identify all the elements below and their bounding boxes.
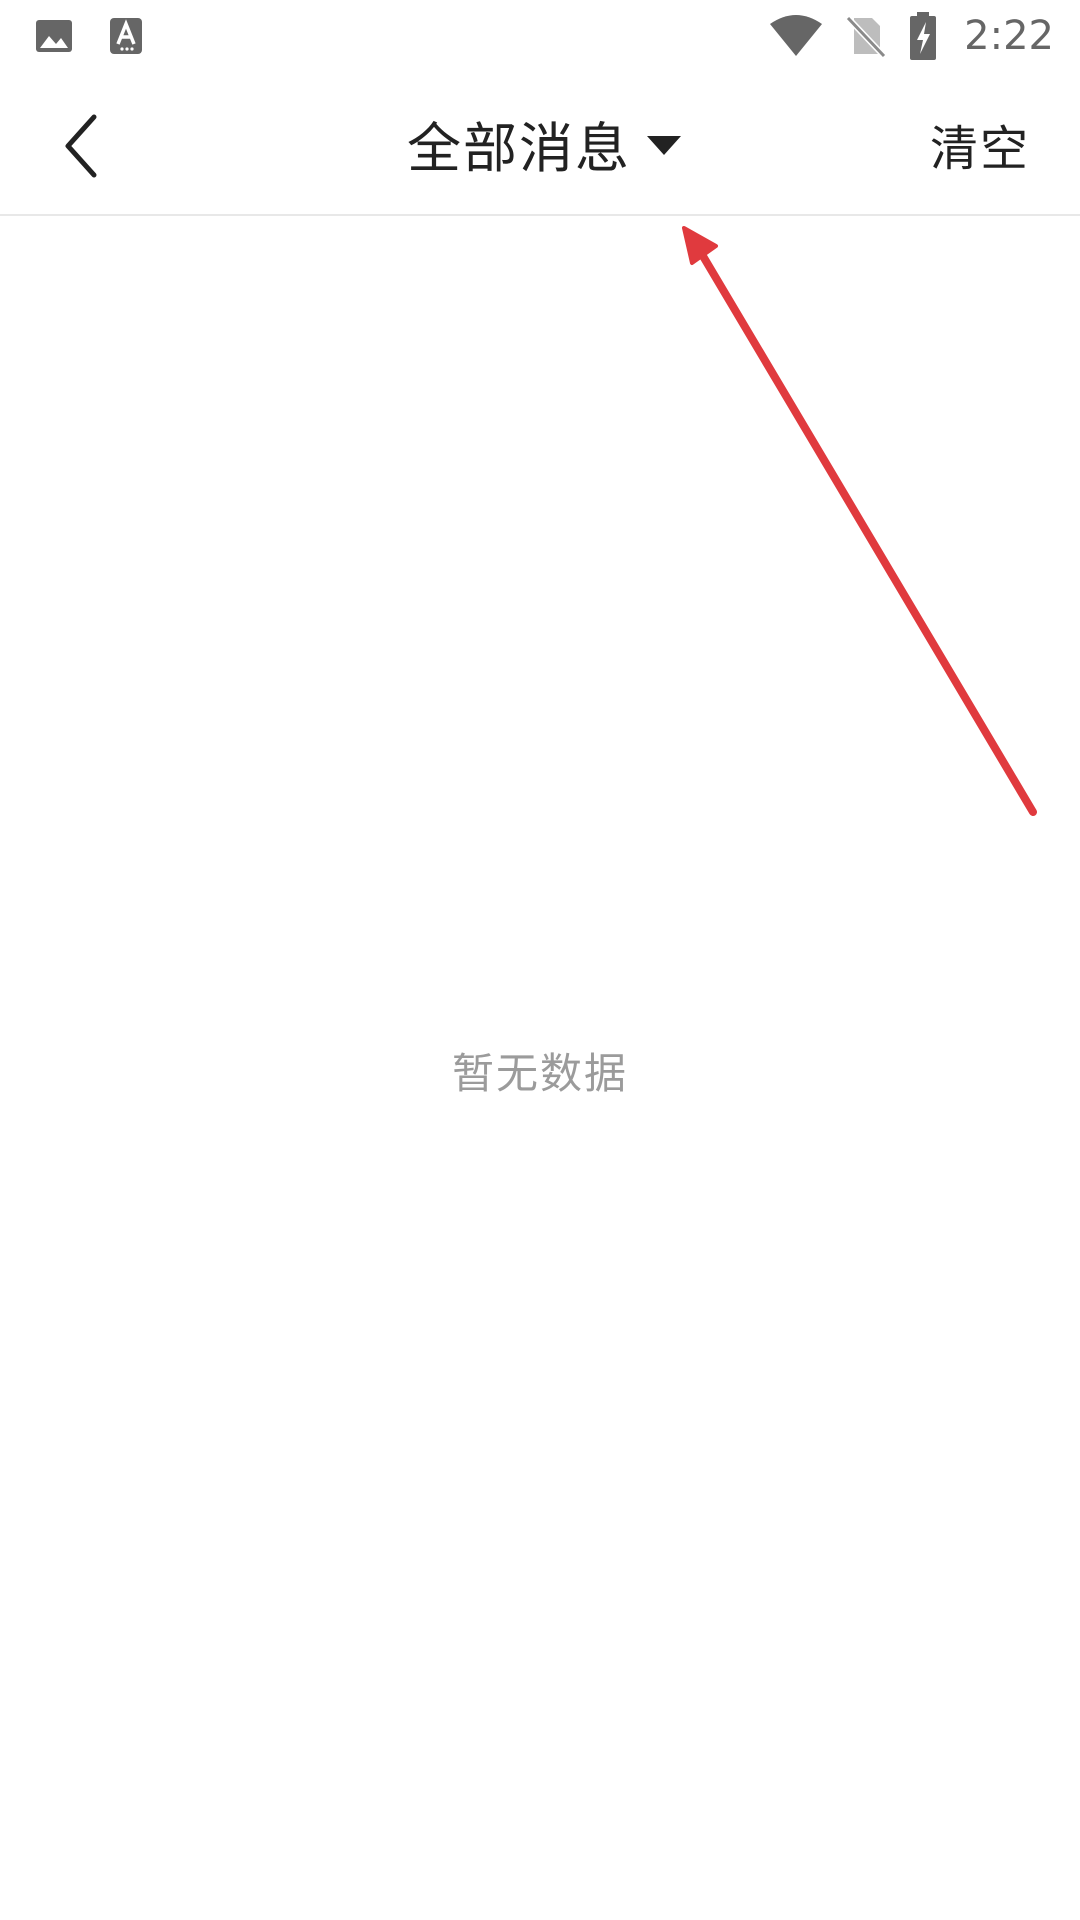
empty-state-text: 暂无数据 xyxy=(451,1049,628,1098)
clear-button[interactable]: 清空 xyxy=(930,108,1030,180)
chevron-left-icon xyxy=(65,114,97,178)
status-right: 2:22 xyxy=(768,10,1054,62)
red-arrow-icon xyxy=(682,226,1037,816)
no-sim-icon xyxy=(845,15,887,58)
back-button[interactable] xyxy=(40,106,120,186)
screen: 2:22 全部消息 清空 暂无数据 xyxy=(0,0,1080,1920)
battery-charging-icon xyxy=(910,12,937,60)
caret-down-icon xyxy=(647,136,681,155)
status-left xyxy=(34,14,144,58)
title-wrap: 全部消息 xyxy=(0,72,1080,214)
page-title: 全部消息 xyxy=(407,116,631,180)
wifi-icon xyxy=(770,15,823,56)
message-filter-dropdown[interactable]: 全部消息 xyxy=(407,104,683,183)
toolbar: 全部消息 清空 xyxy=(0,72,1080,216)
status-time: 2:22 xyxy=(964,13,1054,59)
text-a-icon xyxy=(110,18,142,54)
status-bar: 2:22 xyxy=(0,0,1080,72)
image-icon xyxy=(36,20,72,52)
